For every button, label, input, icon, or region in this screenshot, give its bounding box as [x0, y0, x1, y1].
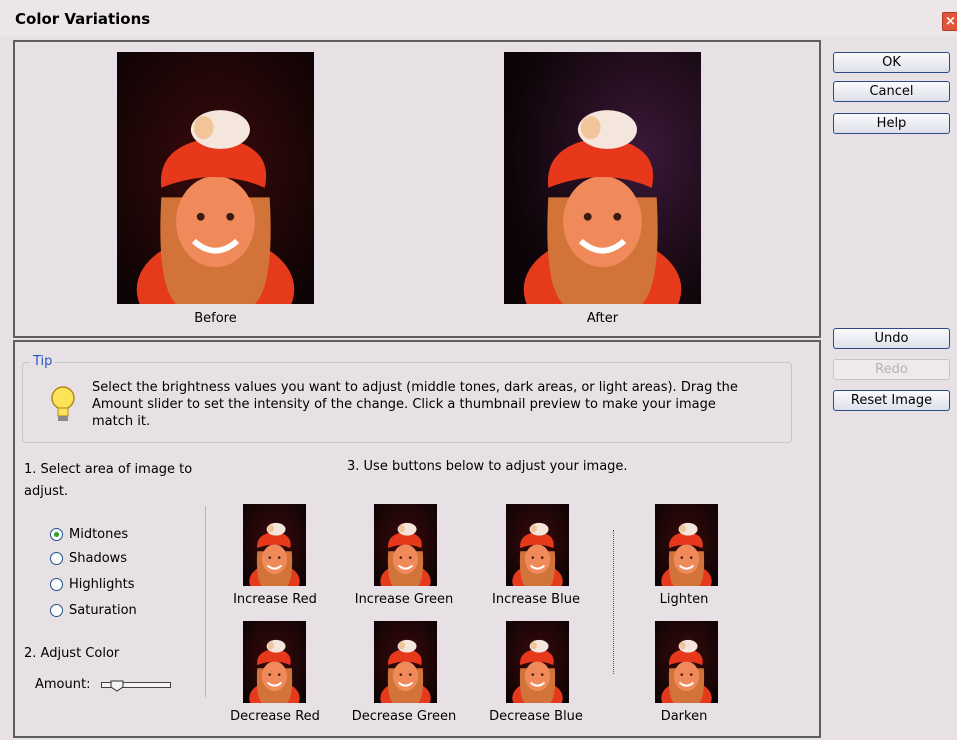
step1-label: 1. Select area of image to adjust.: [24, 462, 193, 499]
ok-button[interactable]: OK: [833, 52, 950, 73]
color-variations-dialog: Color Variations × Before After OK Cance…: [0, 0, 957, 740]
decrease-red-thumbnail[interactable]: [243, 621, 306, 703]
decrease-green-label: Decrease Green: [351, 709, 457, 724]
lighten-thumbnail[interactable]: [655, 504, 718, 586]
redo-button[interactable]: Redo: [833, 359, 950, 380]
darken-label: Darken: [660, 709, 708, 724]
close-icon[interactable]: ×: [942, 12, 957, 31]
help-button[interactable]: Help: [833, 113, 950, 134]
title-bar: Color Variations ×: [0, 0, 957, 36]
before-image: [117, 52, 314, 304]
increase-green-thumbnail[interactable]: [374, 504, 437, 586]
decrease-blue-thumbnail[interactable]: [506, 621, 569, 703]
darken-thumbnail[interactable]: [655, 621, 718, 703]
shadows-label: Shadows: [69, 551, 128, 566]
lightbulb-icon: [51, 386, 75, 421]
lighten-label: Lighten: [659, 592, 709, 607]
reset-image-button[interactable]: Reset Image: [833, 390, 950, 411]
saturation-label: Saturation: [69, 603, 137, 618]
before-label: Before: [194, 311, 237, 326]
amount-label: Amount:: [35, 677, 91, 692]
decrease-green-thumbnail[interactable]: [374, 621, 437, 703]
tip-text: Select the brightness values you want to…: [92, 380, 738, 429]
step3-label: 3. Use buttons below to adjust your imag…: [347, 459, 628, 474]
undo-button[interactable]: Undo: [833, 328, 950, 349]
step2-label: 2. Adjust Color: [24, 646, 120, 661]
increase-blue-thumbnail[interactable]: [506, 504, 569, 586]
increase-green-label: Increase Green: [354, 592, 454, 607]
decrease-red-label: Decrease Red: [230, 709, 320, 724]
increase-blue-label: Increase Blue: [492, 592, 580, 607]
after-label: After: [586, 311, 619, 326]
amount-slider-thumb[interactable]: [110, 680, 124, 692]
increase-red-label: Increase Red: [233, 592, 317, 607]
midtones-label: Midtones: [69, 527, 129, 542]
tip-label: Tip: [30, 354, 56, 369]
increase-red-thumbnail[interactable]: [243, 504, 306, 586]
cancel-button[interactable]: Cancel: [833, 81, 950, 102]
highlights-label: Highlights: [69, 577, 135, 592]
after-image: [504, 52, 701, 304]
decrease-blue-label: Decrease Blue: [489, 709, 583, 724]
window-title: Color Variations: [15, 10, 151, 28]
